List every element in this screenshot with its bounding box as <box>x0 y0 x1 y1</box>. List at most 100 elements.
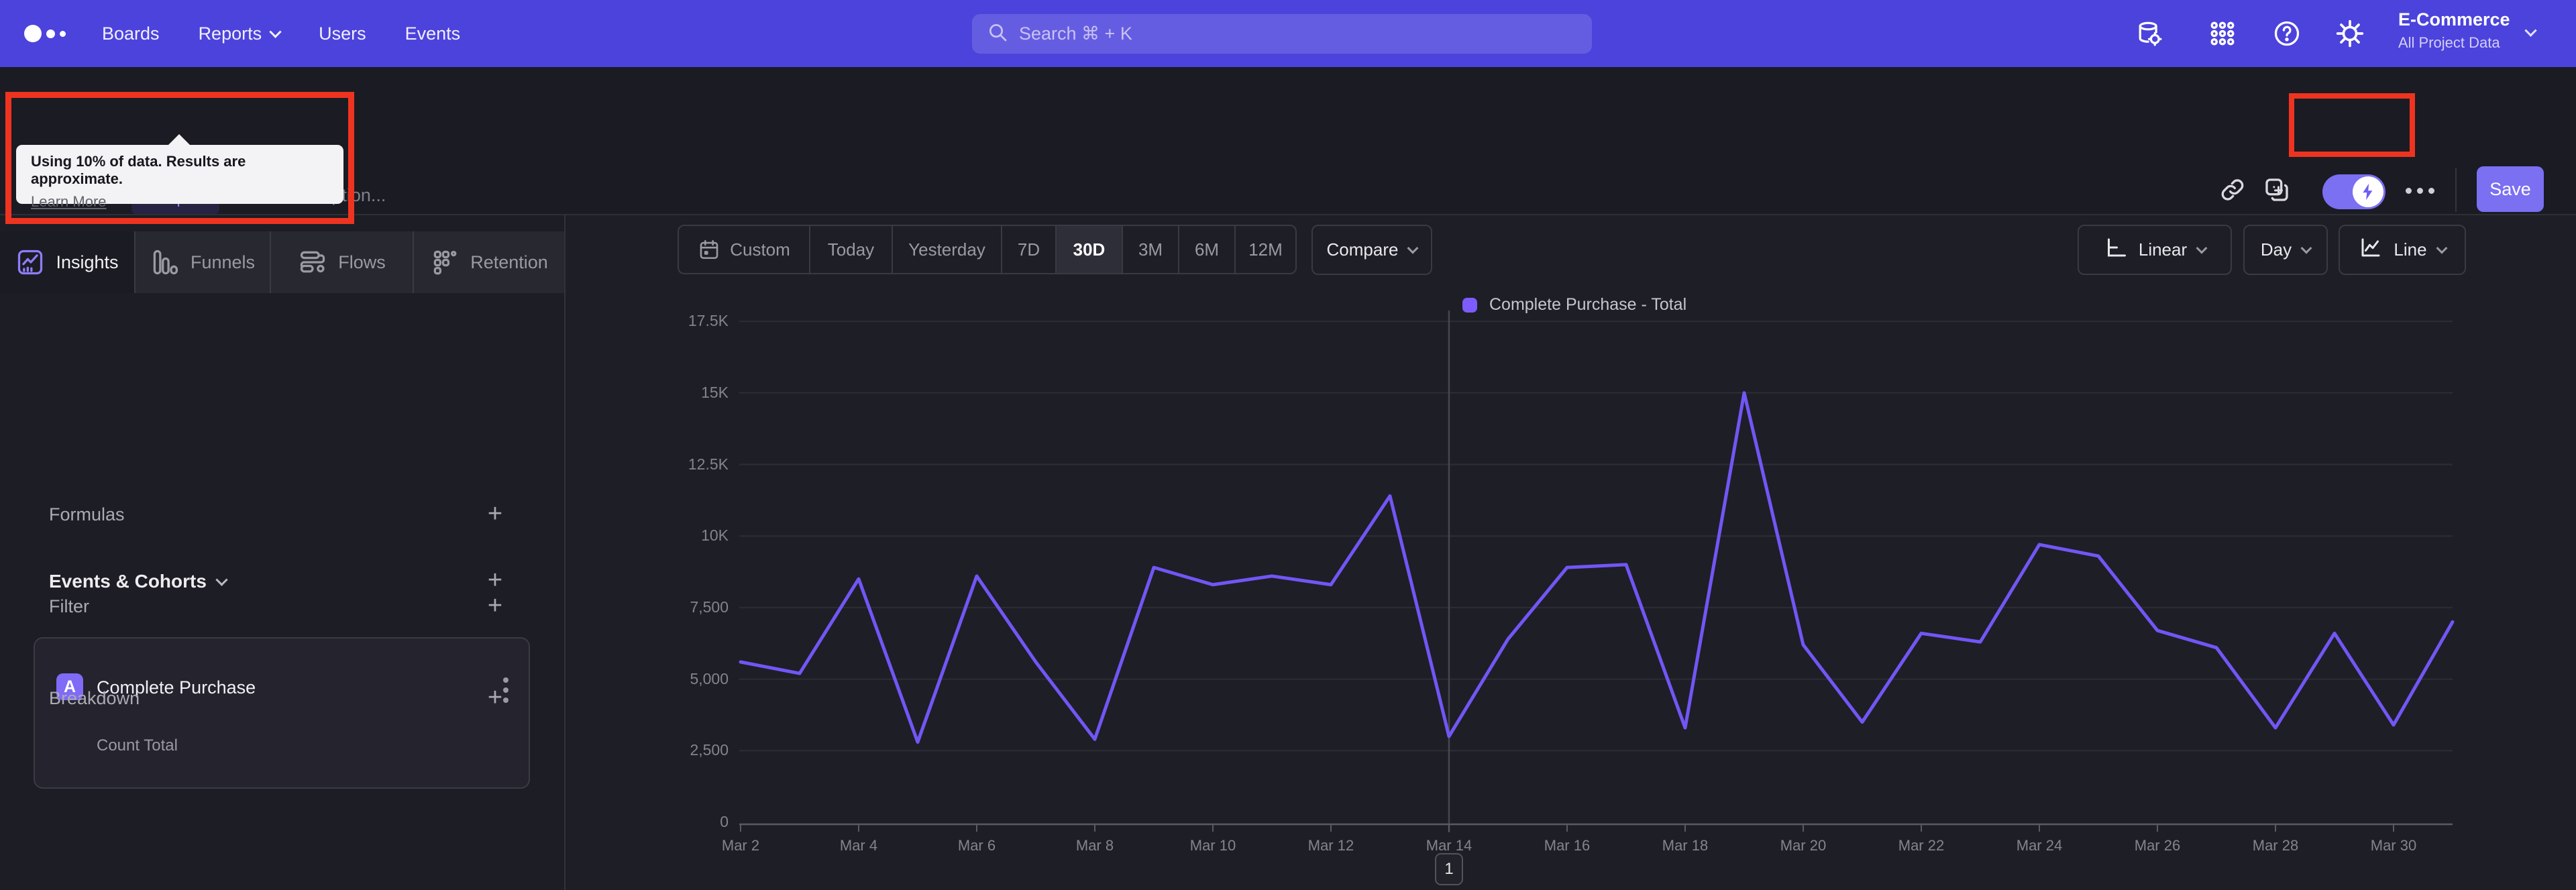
x-tick-label: Mar 18 <box>1662 837 1709 854</box>
query-sidebar: Insights Funnels Flows Retention Events & C… <box>0 215 566 890</box>
add-breakdown-button[interactable]: + <box>482 685 508 712</box>
apps-grid-icon[interactable] <box>2207 0 2238 67</box>
events-cohorts-label: Events & Cohorts <box>49 571 207 592</box>
tooltip-text: Using 10% of data. Results are approxima… <box>31 153 246 187</box>
link-icon[interactable] <box>2218 175 2247 205</box>
nav-item-label: Users <box>319 23 366 44</box>
x-tick-label: Mar 4 <box>839 837 878 854</box>
x-tick-label: Mar 24 <box>2016 837 2063 854</box>
data-management-icon[interactable] <box>2134 0 2165 67</box>
nav-item-label: Boards <box>102 23 160 44</box>
section-label: Formulas <box>49 504 125 524</box>
funnels-icon <box>150 247 180 277</box>
tab-retention[interactable]: Retention <box>414 231 564 293</box>
tab-label: Insights <box>56 252 119 272</box>
range-label: 30D <box>1073 239 1106 260</box>
line-chart-icon <box>2359 235 2383 264</box>
x-tick-label: Mar 28 <box>2252 837 2299 854</box>
sidebar-section-formulas: Formulas + <box>0 501 566 531</box>
nav-item-label: Events <box>405 23 461 44</box>
events-cohorts-header[interactable]: Events & Cohorts <box>49 571 228 592</box>
range-3m[interactable]: 3M <box>1123 226 1179 273</box>
top-navbar: Boards Reports Users Events Search ⌘ + K <box>0 0 2576 67</box>
add-formulas-button[interactable]: + <box>482 501 508 529</box>
sidebar-section-filter: Filter + <box>0 593 566 623</box>
interval-label: Day <box>2260 239 2292 260</box>
nav-item-boards[interactable]: Boards <box>102 23 160 44</box>
range-label: 7D <box>1017 239 1040 260</box>
retention-icon <box>430 247 460 277</box>
x-tick-label: Mar 14 <box>1426 837 1472 854</box>
tab-insights[interactable]: Insights <box>0 231 136 293</box>
tab-label: Retention <box>470 252 548 272</box>
report-tabs: Insights Funnels Flows Retention <box>0 231 566 293</box>
calendar-icon <box>698 238 720 261</box>
toolbar-divider <box>2455 168 2457 212</box>
compare-label: Compare <box>1326 239 1399 260</box>
range-label: Custom <box>730 239 790 260</box>
save-button[interactable]: Save <box>2477 166 2544 212</box>
range-today[interactable]: Today <box>810 226 893 273</box>
x-tick-label: Mar 8 <box>1075 837 1114 854</box>
event-metric[interactable]: Count Total <box>97 736 178 755</box>
report-toolbar: Untitled Sampled + Add description... <box>0 67 2576 215</box>
interval-selector[interactable]: Day <box>2243 225 2328 275</box>
x-tick-label: Mar 22 <box>1898 837 1945 854</box>
range-6m[interactable]: 6M <box>1179 226 1236 273</box>
more-ellipsis-icon[interactable] <box>2406 188 2434 194</box>
range-30d[interactable]: 30D <box>1057 226 1123 273</box>
sidebar-section-breakdown: Breakdown + <box>0 685 566 715</box>
range-label: 12M <box>1248 239 1283 260</box>
nav-item-events[interactable]: Events <box>405 23 461 44</box>
chevron-down-icon <box>269 25 282 38</box>
project-name: E-Commerce <box>2398 9 2510 30</box>
logo-dot-small <box>60 30 66 37</box>
project-chevron-down-icon[interactable] <box>2524 24 2537 40</box>
add-event-button[interactable]: + <box>482 567 508 595</box>
tab-flows[interactable]: Flows <box>271 231 414 293</box>
search-icon <box>987 21 1008 46</box>
range-7d[interactable]: 7D <box>1002 226 1057 273</box>
range-label: Yesterday <box>908 239 985 260</box>
nav-item-reports[interactable]: Reports <box>199 23 282 44</box>
duplicate-icon[interactable] <box>2262 175 2292 205</box>
chart-type-selector[interactable]: Line <box>2339 225 2466 275</box>
scale-label: Linear <box>2138 239 2188 260</box>
learn-more-link[interactable]: Learn More <box>31 193 107 211</box>
range-yesterday[interactable]: Yesterday <box>893 226 1002 273</box>
x-tick-label: Mar 20 <box>1780 837 1827 854</box>
mixpanel-logo[interactable] <box>24 24 66 43</box>
tab-label: Flows <box>338 252 386 272</box>
section-label: Filter <box>49 596 89 616</box>
logo-dot-large <box>24 25 42 42</box>
range-12m[interactable]: 12M <box>1236 226 1295 273</box>
sampling-tooltip: Using 10% of data. Results are approxima… <box>16 134 343 210</box>
insights-icon <box>15 247 45 277</box>
compare-button[interactable]: Compare <box>1311 225 1432 275</box>
date-range-control: Custom Today Yesterday 7D 30D 3M 6M 12M <box>678 225 1297 274</box>
sampling-toggle[interactable] <box>2322 174 2385 209</box>
add-filter-button[interactable]: + <box>482 593 508 620</box>
section-label: Breakdown <box>49 688 140 708</box>
x-tick-label: Mar 12 <box>1307 837 1354 854</box>
project-switcher[interactable]: E-Commerce All Project Data <box>2398 9 2510 52</box>
settings-gear-icon[interactable] <box>2334 0 2365 67</box>
range-custom[interactable]: Custom <box>679 226 810 273</box>
x-tick-label: Mar 2 <box>721 837 760 854</box>
search-input[interactable]: Search ⌘ + K <box>972 14 1592 54</box>
search-placeholder: Search ⌘ + K <box>1019 23 1132 44</box>
tab-funnels[interactable]: Funnels <box>136 231 271 293</box>
x-tick-label: Mar 6 <box>957 837 996 854</box>
logo-dot-medium <box>46 29 55 38</box>
toggle-knob <box>2353 176 2383 207</box>
nav-item-users[interactable]: Users <box>319 23 366 44</box>
flows-icon <box>298 247 327 277</box>
range-label: Today <box>827 239 875 260</box>
help-icon[interactable] <box>2271 0 2302 67</box>
range-label: 6M <box>1194 239 1220 260</box>
project-scope: All Project Data <box>2398 34 2500 51</box>
mixpanel-app: Boards Reports Users Events Search ⌘ + K <box>0 0 2576 890</box>
linear-axis-icon <box>2104 235 2128 264</box>
scale-selector[interactable]: Linear <box>2078 225 2232 275</box>
annotation-chip[interactable]: 1 <box>1435 853 1463 885</box>
